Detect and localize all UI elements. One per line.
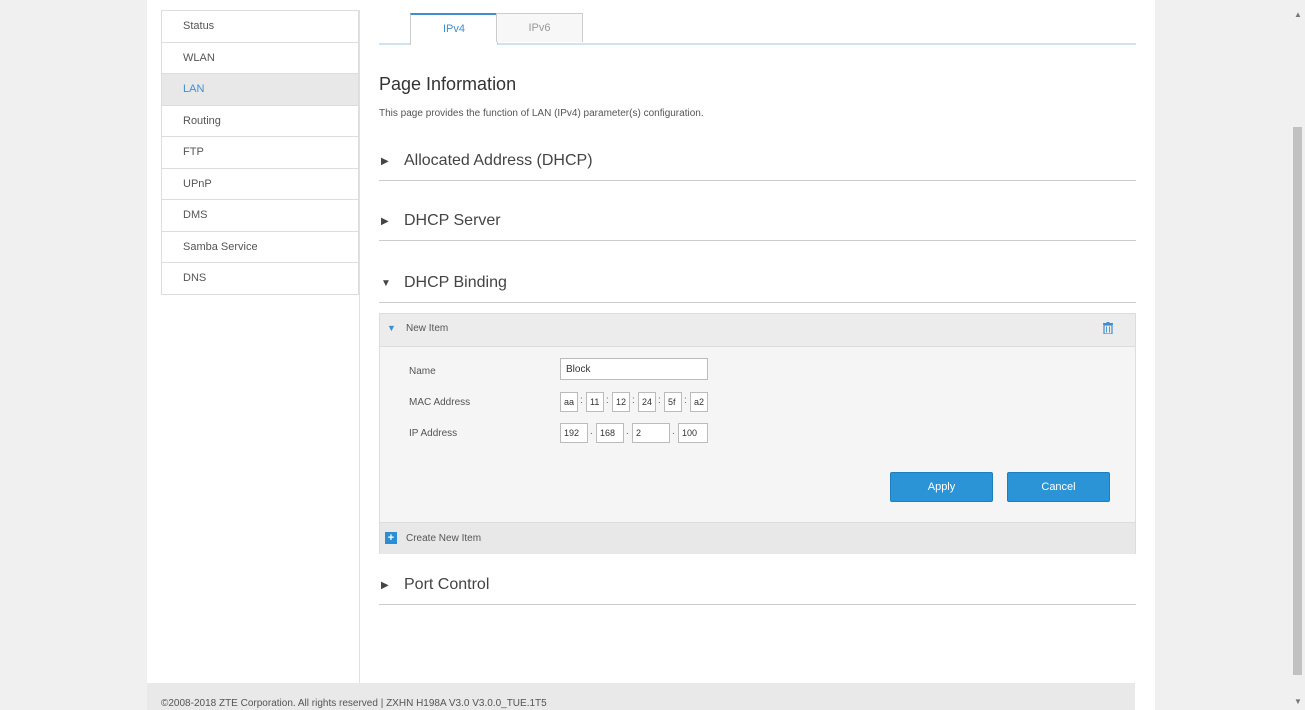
sidebar-item-status[interactable]: Status <box>162 11 358 43</box>
mac-separator: : <box>606 395 609 406</box>
footer: ©2008-2018 ZTE Corporation. All rights r… <box>147 683 1135 710</box>
ip-octet-1[interactable] <box>560 423 588 443</box>
sidebar-item-dms[interactable]: DMS <box>162 200 358 232</box>
plus-icon: + <box>385 532 397 544</box>
scrollbar-thumb[interactable] <box>1293 127 1302 675</box>
vertical-scrollbar[interactable]: ▲ ▼ <box>1290 0 1305 710</box>
section-title: Port Control <box>404 576 490 593</box>
name-label: Name <box>409 366 436 377</box>
mac-octet-2[interactable] <box>586 392 604 412</box>
binding-item-title: New Item <box>406 323 449 334</box>
page-title: Page Information <box>379 74 517 94</box>
ip-separator: . <box>626 426 629 437</box>
expand-arrow-icon: ▶ <box>381 580 389 591</box>
scroll-down-icon[interactable]: ▼ <box>1294 697 1302 706</box>
mac-octet-3[interactable] <box>612 392 630 412</box>
apply-button[interactable]: Apply <box>890 472 993 502</box>
section-dhcp-binding[interactable]: ▼ DHCP Binding <box>379 266 1136 303</box>
mac-separator: : <box>632 395 635 406</box>
mac-separator: : <box>658 395 661 406</box>
page-content: Status WLAN LAN Routing FTP UPnP DMS Sam… <box>147 0 1155 710</box>
expand-arrow-icon: ▶ <box>381 156 389 167</box>
cancel-button[interactable]: Cancel <box>1007 472 1110 502</box>
section-dhcp-server[interactable]: ▶ DHCP Server <box>379 204 1136 241</box>
page-description: This page provides the function of LAN (… <box>379 108 704 119</box>
mac-separator: : <box>684 395 687 406</box>
tab-ipv6[interactable]: IPv6 <box>496 13 583 42</box>
collapse-triangle-icon[interactable]: ▼ <box>387 323 396 333</box>
section-title: DHCP Server <box>404 212 501 229</box>
sidebar-item-samba-service[interactable]: Samba Service <box>162 231 358 263</box>
mac-separator: : <box>580 395 583 406</box>
ip-version-tabs: IPv4 IPv6 <box>379 13 1136 45</box>
ip-octet-2[interactable] <box>596 423 624 443</box>
name-field[interactable] <box>560 358 708 380</box>
mac-octet-4[interactable] <box>638 392 656 412</box>
sidebar-item-ftp[interactable]: FTP <box>162 137 358 169</box>
ip-separator: . <box>672 426 675 437</box>
section-port-control[interactable]: ▶ Port Control <box>379 568 1136 605</box>
sidebar-nav: Status WLAN LAN Routing FTP UPnP DMS Sam… <box>161 10 359 295</box>
ip-address-label: IP Address <box>409 428 458 439</box>
sidebar-item-upnp[interactable]: UPnP <box>162 168 358 200</box>
ip-octet-3[interactable] <box>632 423 670 443</box>
sidebar-item-lan[interactable]: LAN <box>162 74 358 106</box>
scroll-up-icon[interactable]: ▲ <box>1294 10 1302 19</box>
trash-icon[interactable] <box>1103 322 1113 334</box>
sidebar-item-wlan[interactable]: WLAN <box>162 42 358 74</box>
mac-octet-6[interactable] <box>690 392 708 412</box>
section-title: DHCP Binding <box>404 274 507 291</box>
mac-octet-5[interactable] <box>664 392 682 412</box>
sidebar-item-routing[interactable]: Routing <box>162 105 358 137</box>
binding-item-header[interactable]: ▼ New Item <box>380 314 1135 347</box>
create-new-item-button[interactable]: + Create New Item <box>380 522 1135 554</box>
ip-octet-4[interactable] <box>678 423 708 443</box>
copyright-text: ©2008-2018 ZTE Corporation. All rights r… <box>161 698 547 709</box>
ip-separator: . <box>590 426 593 437</box>
expand-arrow-icon: ▶ <box>381 216 389 227</box>
collapse-arrow-icon: ▼ <box>381 278 391 289</box>
section-allocated-address[interactable]: ▶ Allocated Address (DHCP) <box>379 144 1136 181</box>
create-new-item-label: Create New Item <box>406 533 482 544</box>
mac-octet-1[interactable] <box>560 392 578 412</box>
tab-ipv4[interactable]: IPv4 <box>410 13 498 45</box>
sidebar-item-dns[interactable]: DNS <box>162 263 358 295</box>
mac-address-label: MAC Address <box>409 397 471 408</box>
section-title: Allocated Address (DHCP) <box>404 152 593 169</box>
dhcp-binding-panel: ▼ New Item Name MAC Address : : : : : IP… <box>379 313 1136 554</box>
